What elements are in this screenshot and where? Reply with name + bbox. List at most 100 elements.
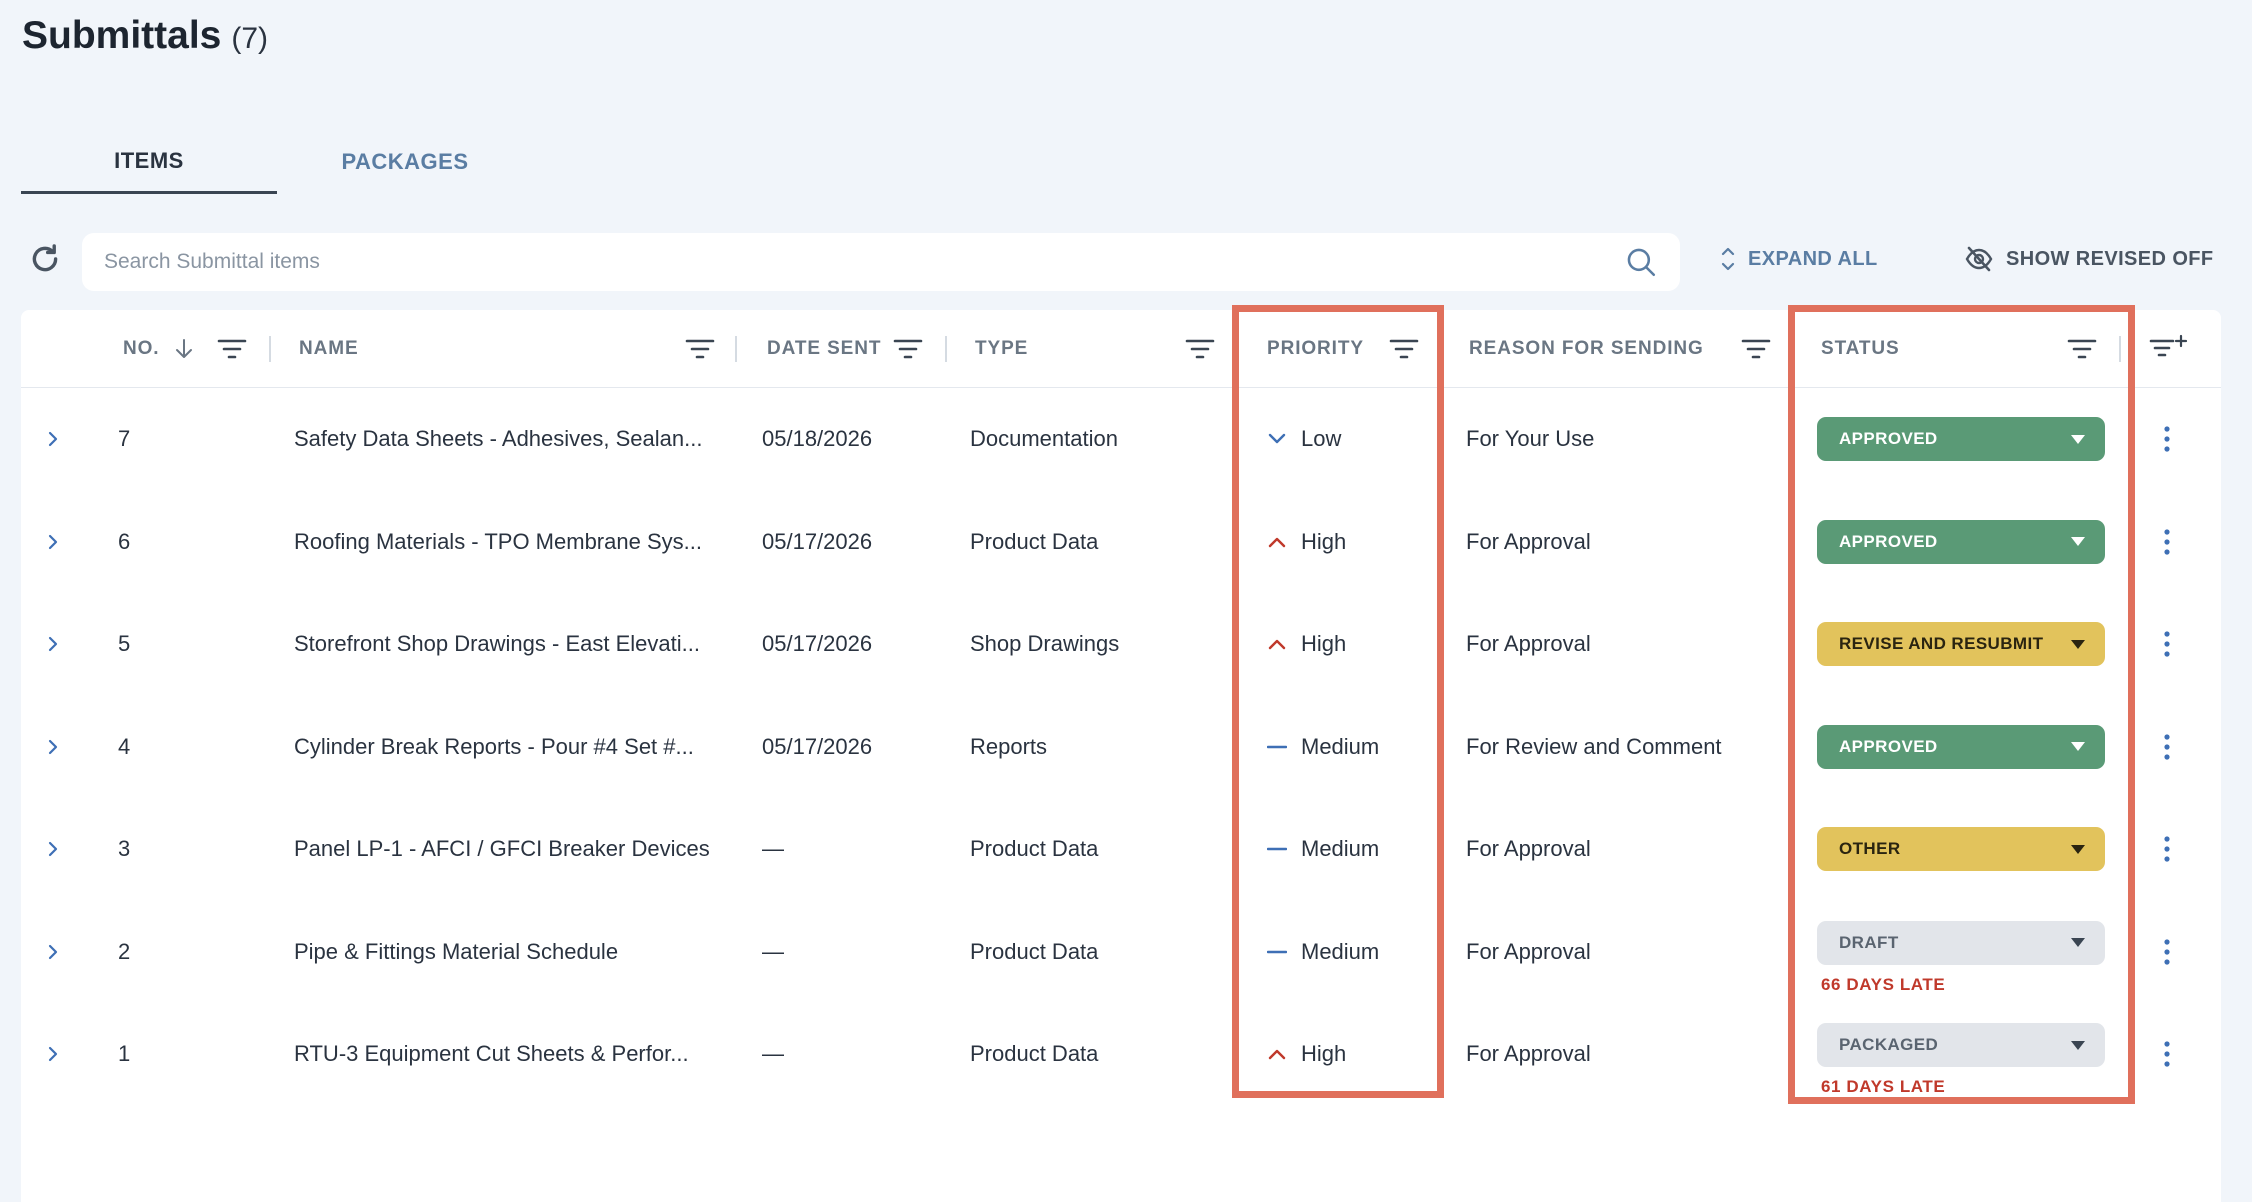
row-priority-label: High: [1301, 631, 1347, 656]
row-name[interactable]: Cylinder Break Reports - Pour #4 Set #..…: [294, 696, 694, 798]
filter-icon[interactable]: [1185, 338, 1215, 360]
caret-down-icon: [2071, 1040, 2085, 1050]
status-label: APPROVED: [1839, 736, 1938, 756]
row-name[interactable]: Safety Data Sheets - Adhesives, Sealan..…: [294, 388, 702, 490]
row-name[interactable]: Pipe & Fittings Material Schedule: [294, 901, 618, 1003]
row-date-sent: 05/17/2026: [762, 528, 873, 554]
show-revised-toggle[interactable]: SHOW REVISED OFF: [1964, 242, 2214, 276]
column-header-reason[interactable]: REASON FOR SENDING: [1469, 310, 1704, 388]
table-row[interactable]: 6 Roofing Materials - TPO Membrane Sys...…: [21, 491, 2221, 593]
row-type: Product Data: [970, 938, 1099, 964]
arrow-down-icon[interactable]: [173, 337, 195, 361]
row-name[interactable]: Storefront Shop Drawings - East Elevati.…: [294, 593, 700, 695]
kebab-icon[interactable]: [2163, 938, 2171, 965]
row-date-sent: 05/18/2026: [762, 426, 873, 451]
page-title: Submittals (7): [22, 14, 268, 58]
table-row[interactable]: 4 Cylinder Break Reports - Pour #4 Set #.…: [21, 696, 2221, 798]
column-header-type[interactable]: TYPE: [975, 310, 1028, 388]
row-priority: High: [1267, 491, 1346, 593]
filter-icon[interactable]: [1389, 338, 1419, 360]
table-row[interactable]: 2 Pipe & Fittings Material Schedule — Produ…: [21, 901, 2221, 1003]
row-priority-label: Medium: [1301, 938, 1380, 964]
column-header-name[interactable]: NAME: [299, 310, 359, 388]
row-type: Documentation: [970, 426, 1118, 451]
filter-add-icon[interactable]: [2149, 334, 2193, 362]
row-number: 1: [118, 1041, 131, 1066]
status-dropdown[interactable]: APPROVED: [1817, 724, 2105, 769]
row-reason: For Approval: [1466, 528, 1591, 554]
column-separator[interactable]: [945, 336, 947, 362]
column-separator[interactable]: [269, 336, 271, 362]
row-status: PACKAGED 61 DAYS LATE: [1817, 1003, 2107, 1105]
row-number: 6: [118, 528, 131, 554]
search-input[interactable]: [104, 250, 1624, 274]
row-date-sent: 05/17/2026: [762, 733, 873, 759]
row-status: APPROVED: [1817, 696, 2107, 798]
filter-icon[interactable]: [893, 338, 923, 360]
kebab-icon[interactable]: [2163, 733, 2171, 760]
chevron-right-icon[interactable]: [43, 942, 63, 962]
expand-all-label: EXPAND ALL: [1748, 247, 1878, 270]
submittals-table: NO. NAME DATE SENT TYPE PRIORITY REASON …: [21, 310, 2221, 1202]
table-row[interactable]: 7 Safety Data Sheets - Adhesives, Sealan.…: [21, 388, 2221, 490]
search-bar: [82, 233, 1680, 291]
kebab-icon[interactable]: [2163, 836, 2171, 862]
status-dropdown[interactable]: REVISE AND RESUBMIT: [1817, 622, 2105, 666]
expand-all-button[interactable]: EXPAND ALL: [1720, 242, 1878, 276]
column-header-status[interactable]: STATUS: [1821, 310, 1900, 388]
tab-items[interactable]: ITEMS: [21, 130, 277, 194]
kebab-icon[interactable]: [2163, 1041, 2171, 1067]
status-dropdown[interactable]: DRAFT: [1817, 920, 2105, 965]
filter-icon[interactable]: [217, 338, 247, 360]
row-number: 5: [118, 631, 131, 656]
kebab-icon[interactable]: [2163, 426, 2171, 452]
row-priority-label: Medium: [1301, 733, 1380, 759]
row-status: APPROVED: [1817, 491, 2107, 593]
late-indicator: 66 DAYS LATE: [1821, 974, 1946, 994]
caret-down-icon: [2071, 434, 2085, 444]
column-separator[interactable]: [2119, 336, 2121, 362]
caret-down-icon: [2071, 639, 2085, 649]
status-dropdown[interactable]: APPROVED: [1817, 519, 2105, 564]
column-header-no[interactable]: NO.: [123, 310, 159, 388]
priority-medium-icon: [1267, 950, 1287, 953]
table-row[interactable]: 3 Panel LP-1 - AFCI / GFCI Breaker Device…: [21, 798, 2221, 900]
kebab-icon[interactable]: [2163, 528, 2171, 555]
status-dropdown[interactable]: APPROVED: [1817, 417, 2105, 461]
filter-icon[interactable]: [2067, 338, 2097, 360]
status-dropdown[interactable]: PACKAGED: [1817, 1023, 2105, 1067]
row-status: OTHER: [1817, 798, 2107, 900]
row-number: 2: [118, 938, 131, 964]
row-priority: Low: [1267, 388, 1341, 490]
row-reason: For Approval: [1466, 836, 1591, 861]
tab-bar: ITEMS PACKAGES: [21, 130, 533, 194]
kebab-icon[interactable]: [2163, 631, 2171, 657]
column-separator[interactable]: [735, 336, 737, 362]
row-name[interactable]: Roofing Materials - TPO Membrane Sys...: [294, 491, 702, 593]
row-date-sent: —: [762, 938, 784, 964]
chevron-right-icon[interactable]: [43, 737, 63, 757]
tab-packages[interactable]: PACKAGES: [277, 130, 533, 194]
chevron-right-icon[interactable]: [43, 1044, 63, 1064]
filter-icon[interactable]: [1741, 338, 1771, 360]
row-priority-label: High: [1301, 1041, 1347, 1066]
table-row[interactable]: 1 RTU-3 Equipment Cut Sheets & Perfor... —…: [21, 1003, 2221, 1105]
row-priority-label: Low: [1301, 426, 1342, 451]
chevron-right-icon[interactable]: [43, 429, 63, 449]
row-name[interactable]: RTU-3 Equipment Cut Sheets & Perfor...: [294, 1003, 689, 1105]
row-name[interactable]: Panel LP-1 - AFCI / GFCI Breaker Devices: [294, 798, 710, 900]
row-type: Shop Drawings: [970, 631, 1120, 656]
filter-icon[interactable]: [685, 338, 715, 360]
chevron-right-icon[interactable]: [43, 532, 63, 552]
table-row[interactable]: 5 Storefront Shop Drawings - East Elevati…: [21, 593, 2221, 695]
status-dropdown[interactable]: OTHER: [1817, 827, 2105, 871]
chevron-right-icon[interactable]: [43, 839, 63, 859]
column-header-date-sent[interactable]: DATE SENT: [767, 310, 881, 388]
column-header-priority[interactable]: PRIORITY: [1267, 310, 1364, 388]
chevron-right-icon[interactable]: [43, 634, 63, 654]
caret-down-icon: [2071, 742, 2085, 751]
status-label: PACKAGED: [1839, 1035, 1939, 1054]
refresh-icon[interactable]: [28, 242, 62, 276]
search-icon[interactable]: [1624, 245, 1658, 279]
status-label: DRAFT: [1839, 932, 1899, 952]
